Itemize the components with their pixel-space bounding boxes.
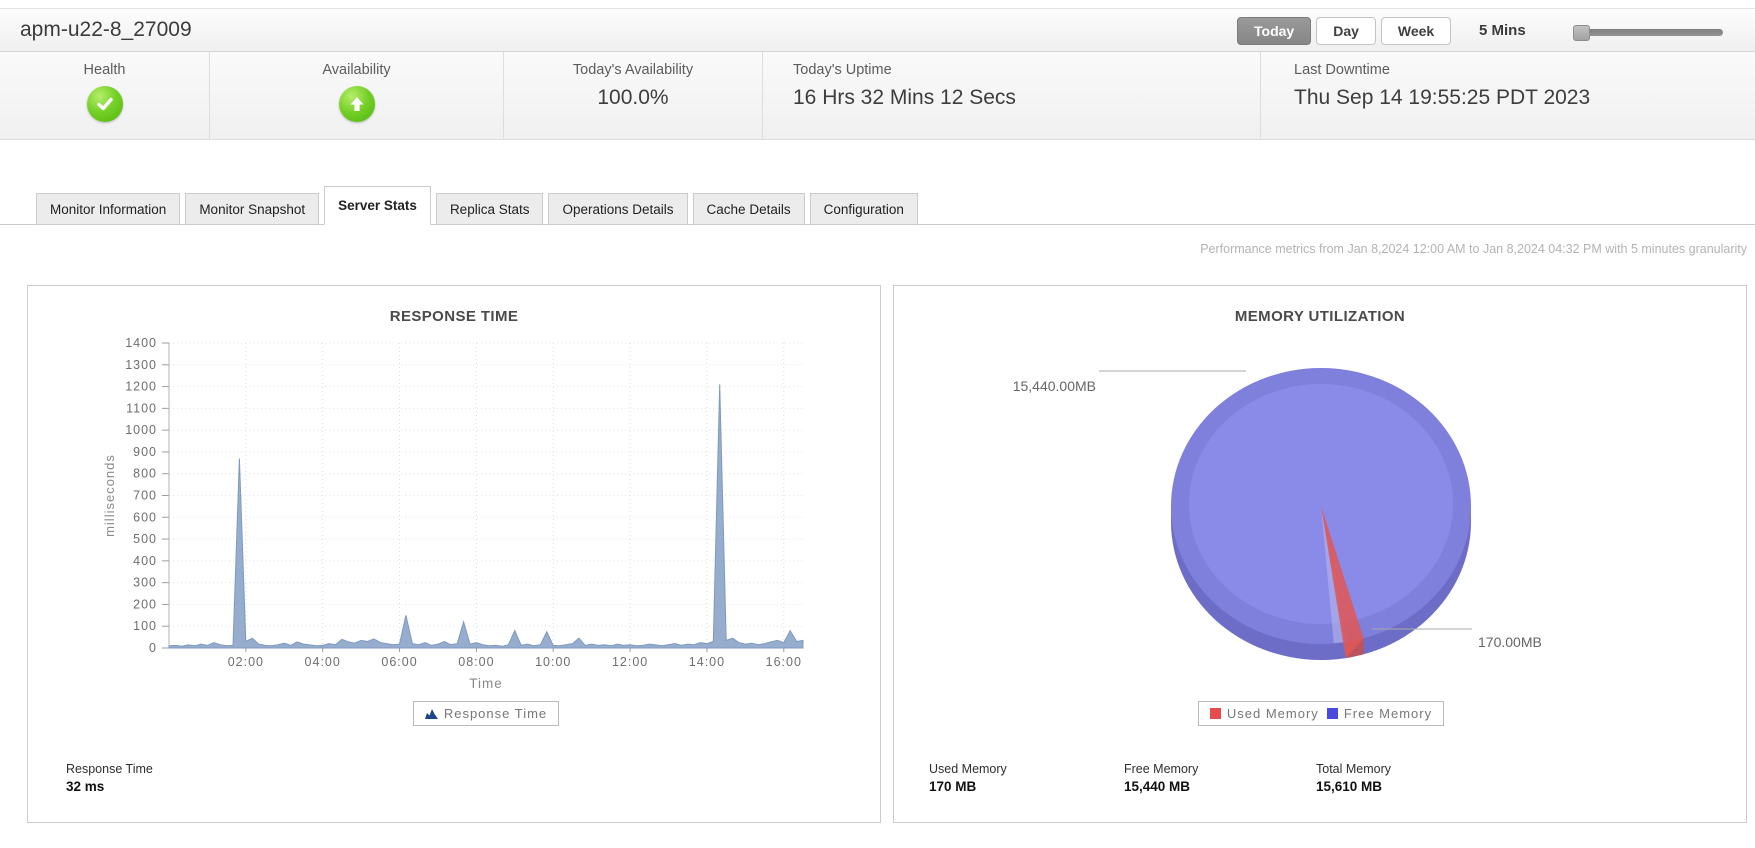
svg-text:400: 400	[133, 554, 157, 568]
legend-label-used: Used Memory	[1226, 706, 1319, 721]
summary-value: 15,610 MB	[1316, 779, 1383, 794]
response-time-summary: Response Time 32 ms	[66, 762, 153, 794]
tab-monitor-snapshot[interactable]: Monitor Snapshot	[185, 193, 320, 225]
svg-text:1400: 1400	[125, 336, 157, 350]
todays-availability-label: Today's Availability	[572, 62, 694, 78]
memory-utilization-title: MEMORY UTILIZATION	[1234, 308, 1406, 325]
period-button-today[interactable]: Today	[1237, 17, 1312, 45]
todays-uptime-label: Today's Uptime	[793, 62, 892, 78]
free-memory-swatch-icon	[1326, 708, 1338, 719]
memory-legend-row: Used Memory Free Memory	[894, 701, 1748, 726]
svg-text:100: 100	[133, 619, 157, 633]
availability-cell: Availability	[209, 52, 503, 140]
tab-server-stats[interactable]: Server Stats	[324, 186, 431, 225]
granularity-slider[interactable]	[1573, 25, 1723, 41]
svg-text:600: 600	[133, 510, 157, 524]
summary-value: 170 MB	[929, 779, 977, 794]
response-time-panel: RESPONSE TIME 02:00 04:00 06:00 08:00 10:00 1…	[27, 285, 881, 823]
tab-bar: Monitor Information Monitor Snapshot Ser…	[0, 185, 1755, 225]
health-ok-icon	[86, 86, 123, 122]
legend-label: Response Time	[443, 706, 548, 721]
monitor-title: apm-u22-8_27009	[20, 18, 192, 41]
svg-text:1100: 1100	[126, 401, 157, 415]
todays-availability-cell: Today's Availability 100.0%	[503, 52, 762, 140]
tab-operations-details[interactable]: Operations Details	[548, 193, 688, 225]
performance-metrics-note: Performance metrics from Jan 8,2024 12:0…	[1200, 242, 1747, 256]
summary-label: Free Memory	[1124, 762, 1199, 776]
summary-value: 32 ms	[66, 779, 105, 794]
last-downtime-cell: Last Downtime Thu Sep 14 19:55:25 PDT 20…	[1260, 52, 1755, 140]
period-button-day[interactable]: Day	[1316, 17, 1376, 45]
period-button-week[interactable]: Week	[1380, 17, 1452, 45]
response-time-legend-row: Response Time	[169, 701, 803, 726]
granularity-label: 5 Mins	[1479, 22, 1526, 39]
free-memory-summary: Free Memory 15,440 MB	[1124, 762, 1198, 794]
svg-text:12:00: 12:00	[612, 655, 648, 669]
total-memory-summary: Total Memory 15,610 MB	[1316, 762, 1391, 794]
svg-text:02:00: 02:00	[228, 655, 264, 669]
svg-text:04:00: 04:00	[305, 655, 341, 669]
response-time-title: RESPONSE TIME	[389, 308, 519, 325]
x-axis-title: Time	[469, 676, 503, 691]
svg-text:08:00: 08:00	[458, 655, 494, 669]
availability-up-icon	[338, 86, 375, 122]
svg-text:milliseconds: milliseconds	[102, 454, 117, 537]
server-stats-page: apm-u22-8_27009 Today Day Week 5 Mins He…	[0, 0, 1755, 848]
svg-text:06:00: 06:00	[381, 655, 417, 669]
summary-value: 15,440 MB	[1124, 779, 1191, 794]
health-cell: Health	[0, 52, 209, 140]
svg-text:0: 0	[149, 641, 157, 655]
area-series-icon	[424, 709, 438, 719]
health-label: Health	[83, 62, 126, 78]
svg-text:1200: 1200	[125, 380, 157, 394]
used-memory-swatch-icon	[1209, 708, 1221, 719]
used-memory-callout: 170.00MB	[1478, 634, 1542, 650]
svg-text:800: 800	[133, 467, 157, 481]
period-button-group: Today Day Week	[1237, 17, 1452, 45]
tab-monitor-information[interactable]: Monitor Information	[36, 193, 181, 225]
svg-text:900: 900	[133, 445, 157, 459]
svg-text:14:00: 14:00	[689, 655, 725, 669]
summary-label: Total Memory	[1316, 762, 1392, 776]
response-time-legend: Response Time	[412, 701, 560, 726]
svg-text:300: 300	[133, 576, 157, 590]
todays-uptime-cell: Today's Uptime 16 Hrs 32 Mins 12 Secs	[762, 52, 1260, 140]
svg-text:700: 700	[133, 489, 157, 503]
status-band: Health Availability Today's Availability…	[0, 52, 1755, 140]
used-memory-summary: Used Memory 170 MB	[929, 762, 1007, 794]
svg-text:10:00: 10:00	[535, 655, 571, 669]
slider-thumb-icon[interactable]	[1573, 25, 1590, 41]
summary-label: Used Memory	[929, 762, 1007, 776]
tab-configuration[interactable]: Configuration	[809, 193, 918, 225]
tab-cache-details[interactable]: Cache Details	[692, 193, 805, 225]
svg-text:200: 200	[133, 597, 157, 611]
legend-label-free: Free Memory	[1343, 706, 1433, 721]
svg-text:500: 500	[133, 532, 157, 546]
todays-availability-value: 100.0%	[597, 86, 669, 109]
memory-legend: Used Memory Free Memory	[1197, 701, 1445, 726]
response-time-chart: 02:00 04:00 06:00 08:00 10:00 12:00 14:00 16:00…	[102, 336, 804, 669]
svg-text:16:00: 16:00	[766, 655, 802, 669]
svg-text:1300: 1300	[125, 358, 157, 372]
availability-label: Availability	[322, 62, 391, 78]
free-memory-callout: 15,440.00MB	[1012, 378, 1096, 394]
summary-label: Response Time	[66, 762, 153, 776]
tab-replica-stats[interactable]: Replica Stats	[435, 193, 544, 225]
todays-uptime-value: 16 Hrs 32 Mins 12 Secs	[793, 86, 1016, 109]
memory-utilization-panel: MEMORY UTILIZATION 15,440.00MB 170.00MB …	[893, 285, 1747, 823]
last-downtime-label: Last Downtime	[1294, 62, 1390, 78]
last-downtime-value: Thu Sep 14 19:55:25 PDT 2023	[1294, 86, 1591, 109]
svg-text:1000: 1000	[125, 423, 157, 437]
title-bar: apm-u22-8_27009 Today Day Week 5 Mins	[0, 8, 1755, 52]
